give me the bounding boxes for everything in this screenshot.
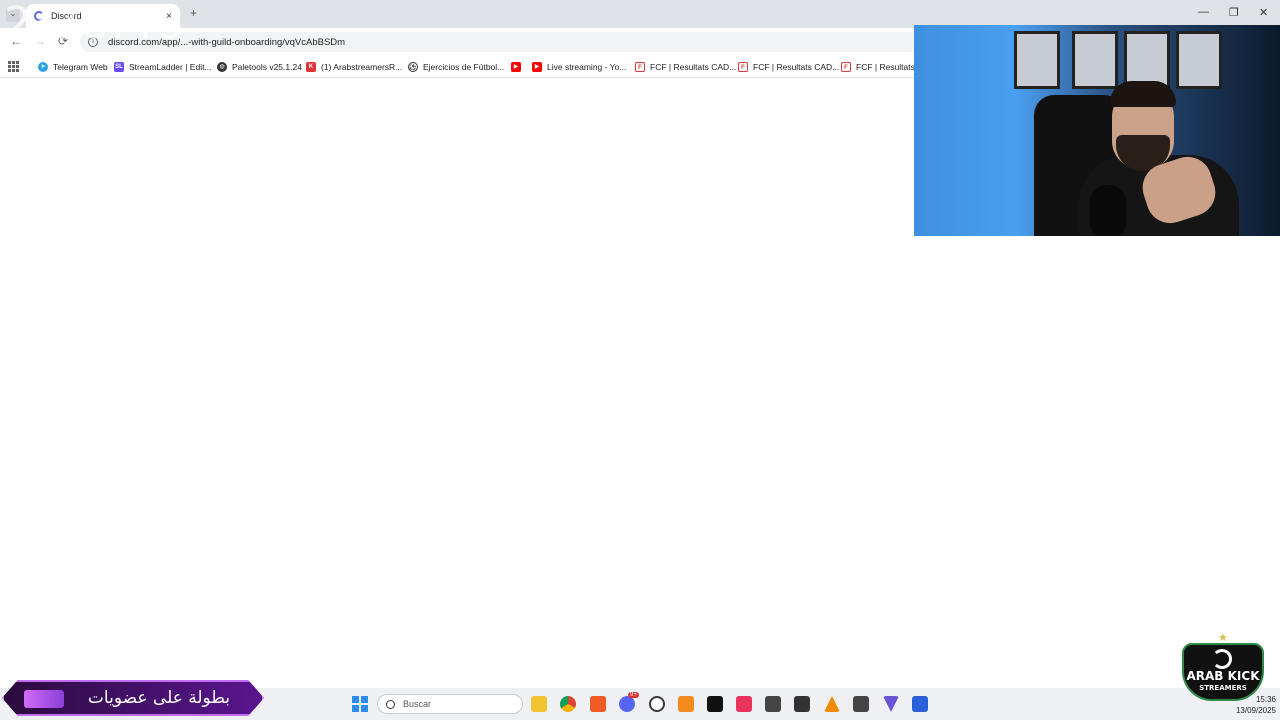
browser-tab-bar: ⌄ Discord × + — ❐ ✕	[0, 0, 1280, 28]
logo-line2: STREAMERS	[1199, 684, 1247, 692]
telegram-icon: ➤	[38, 62, 48, 72]
wall-frame	[1176, 31, 1222, 89]
maximize-button[interactable]: ❐	[1229, 6, 1239, 19]
back-button[interactable]: ←	[10, 34, 22, 48]
site-info-icon[interactable]: i	[88, 37, 98, 47]
fcf-icon: F	[738, 62, 748, 72]
file-explorer-icon[interactable]	[531, 696, 547, 712]
address-bar[interactable]: i discord.com/app/...-with-guild-onboard…	[80, 32, 920, 52]
bookmark-item[interactable]: F FCF | Resultats CAD...	[738, 60, 839, 74]
url-text[interactable]: discord.com/app/...-with-guild-onboardin…	[108, 37, 345, 48]
fcf-icon: F	[635, 62, 645, 72]
bookmark-item[interactable]: F FCF | Resultats CAD...	[635, 60, 736, 74]
share-icon[interactable]	[853, 696, 869, 712]
forward-button[interactable]: →	[34, 34, 46, 48]
microphone	[1090, 185, 1126, 236]
wall-frame	[1014, 31, 1060, 89]
youtube-icon: ▶	[532, 62, 542, 72]
crescent-icon	[1212, 649, 1232, 669]
streamer-hair	[1110, 81, 1176, 107]
tab-title: Discord	[51, 11, 82, 21]
word-icon[interactable]	[912, 696, 928, 712]
tab-search-button[interactable]: ⌄	[6, 8, 20, 22]
clock-date: 13/09/2025	[1235, 706, 1276, 715]
notification-badge: 9+	[628, 692, 639, 698]
bookmark-item[interactable]: ▶	[511, 60, 526, 74]
taskbar-search-input[interactable]: Buscar	[377, 694, 523, 714]
bookmark-item[interactable]: ➤ Telegram Web	[38, 60, 108, 74]
bookmark-item[interactable]: K (1) ArabstreamersR...	[306, 60, 402, 74]
tab-discord[interactable]: Discord ×	[26, 4, 180, 28]
search-icon	[386, 699, 395, 709]
globe-icon: ◍	[217, 62, 227, 72]
reload-button[interactable]: ⟳	[58, 34, 68, 48]
minimize-button[interactable]: —	[1198, 6, 1209, 18]
discord-favicon-icon	[34, 11, 44, 21]
banner-text: بطولة على عضويات	[87, 688, 230, 708]
brave-icon[interactable]	[590, 696, 606, 712]
vlc-icon[interactable]	[678, 696, 694, 712]
bookmark-item[interactable]: ▶ Live streaming - Yo...	[532, 60, 626, 74]
bookmark-item[interactable]: SL StreamLadder | Edit...	[114, 60, 212, 74]
kick-icon: K	[306, 62, 316, 72]
star-icon: ★	[1218, 632, 1228, 644]
wall-frame	[1072, 31, 1118, 89]
obs-icon[interactable]	[649, 696, 665, 712]
youtube-icon: ▶	[511, 62, 521, 72]
tiktok-live-icon[interactable]	[736, 696, 752, 712]
fcf-icon: F	[841, 62, 851, 72]
close-tab-icon[interactable]: ×	[166, 11, 172, 22]
logo-line1: ARAB KICK	[1186, 669, 1260, 683]
arab-kick-streamers-logo: ★ ARAB KICK STREAMERS	[1182, 632, 1264, 701]
streamladder-icon: SL	[114, 62, 124, 72]
soccer-ball-icon: ⚽	[408, 62, 418, 72]
tiktok-icon[interactable]	[707, 696, 723, 712]
windows-start-icon[interactable]	[352, 696, 368, 712]
terminal-icon[interactable]	[794, 696, 810, 712]
notepad-icon[interactable]	[765, 696, 781, 712]
discord-icon[interactable]	[619, 696, 635, 712]
bookmark-item[interactable]: ⚽ Ejercicios de Fútbol...	[408, 60, 504, 74]
apps-grid-icon[interactable]	[8, 61, 19, 72]
tournament-banner: بطولة على عضويات	[2, 680, 264, 716]
close-window-button[interactable]: ✕	[1259, 6, 1268, 19]
new-tab-button[interactable]: +	[190, 6, 197, 20]
banner-badge	[24, 690, 64, 708]
webcam-overlay	[914, 25, 1280, 236]
bookmark-item[interactable]: ◍ Paletools v25.1.24	[217, 60, 302, 74]
chrome-icon[interactable]	[560, 696, 576, 712]
